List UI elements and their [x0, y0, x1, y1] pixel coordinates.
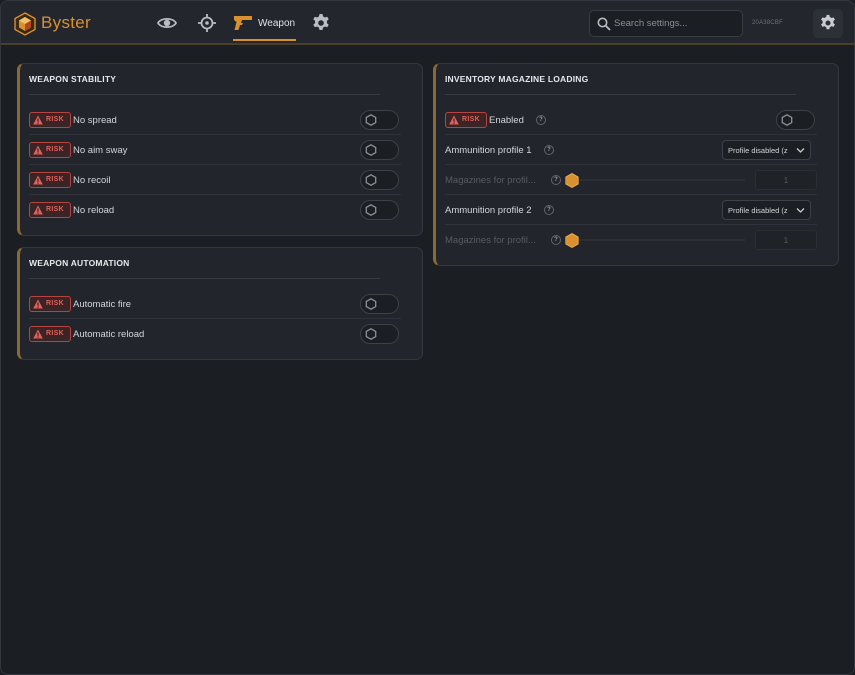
byster-logo-icon — [14, 12, 36, 36]
slider-thumb-icon[interactable] — [565, 233, 579, 248]
toggle-knob-icon — [365, 114, 377, 126]
magazines-2-slider[interactable] — [565, 233, 745, 248]
setting-row-no-spread: RISK No spread — [29, 105, 401, 135]
setting-label: Automatic fire — [73, 299, 132, 310]
slider-track — [565, 239, 745, 241]
setting-row-no-aim-sway: RISK No aim sway — [29, 135, 401, 165]
search-input[interactable] — [614, 14, 738, 33]
setting-label: No recoil — [73, 175, 111, 186]
visuals-eye-icon[interactable] — [157, 13, 177, 33]
toggle-enabled[interactable] — [776, 110, 815, 130]
warning-icon — [33, 175, 43, 185]
risk-badge: RISK — [29, 202, 71, 218]
risk-badge: RISK — [445, 112, 487, 128]
weapon-pistol-icon — [234, 16, 252, 30]
toggle-knob-icon — [365, 328, 377, 340]
settings-gear-icon[interactable] — [311, 13, 331, 33]
setting-row-magazines-1: Magazines for profil... ? 1 — [445, 165, 817, 195]
dropdown-value: Profile disabled (z — [728, 146, 788, 155]
risk-badge: RISK — [29, 326, 71, 342]
warning-icon — [33, 115, 43, 125]
tab-weapon[interactable]: Weapon — [233, 11, 297, 41]
setting-label: Magazines for profil... — [445, 235, 536, 246]
risk-badge: RISK — [29, 172, 71, 188]
warning-icon — [33, 145, 43, 155]
warning-icon — [33, 205, 43, 215]
aim-crosshair-icon[interactable] — [197, 13, 217, 33]
panel-title: WEAPON STABILITY — [29, 74, 117, 84]
chevron-down-icon — [796, 208, 805, 213]
setting-label: Ammunition profile 2 — [445, 205, 532, 216]
inventory-magazine-loading-panel: INVENTORY MAGAZINE LOADING RISK Enabled … — [433, 63, 839, 266]
help-icon[interactable]: ? — [544, 145, 554, 155]
toggle-no-recoil[interactable] — [360, 170, 399, 190]
top-bar: Byster Weapon Search settings... 20A38CB… — [1, 1, 854, 45]
panel-title: WEAPON AUTOMATION — [29, 258, 130, 268]
divider — [29, 94, 380, 95]
help-icon[interactable]: ? — [536, 115, 546, 125]
risk-badge: RISK — [29, 142, 71, 158]
setting-label: Enabled — [489, 115, 524, 126]
magazines-1-value[interactable]: 1 — [755, 170, 817, 190]
session-code: 20A38CBF — [752, 20, 783, 26]
setting-label: No aim sway — [73, 145, 128, 156]
panel-title: INVENTORY MAGAZINE LOADING — [445, 74, 589, 84]
setting-row-automatic-reload: RISK Automatic reload — [29, 319, 401, 349]
setting-row-ammo-profile-1: Ammunition profile 1 ? Profile disabled … — [445, 135, 817, 165]
magazines-2-value[interactable]: 1 — [755, 230, 817, 250]
tab-weapon-label: Weapon — [258, 18, 296, 29]
warning-icon — [449, 115, 459, 125]
toggle-no-aim-sway[interactable] — [360, 140, 399, 160]
setting-row-automatic-fire: RISK Automatic fire — [29, 289, 401, 319]
active-tab-indicator — [233, 39, 296, 41]
toggle-knob-icon — [781, 114, 793, 126]
help-icon[interactable]: ? — [544, 205, 554, 215]
gear-icon — [821, 14, 835, 30]
ammo-profile-1-select[interactable]: Profile disabled (z — [722, 140, 811, 160]
setting-row-ammo-profile-2: Ammunition profile 2 ? Profile disabled … — [445, 195, 817, 225]
chevron-down-icon — [796, 148, 805, 153]
slider-track — [565, 179, 745, 181]
divider — [29, 278, 380, 279]
toggle-no-spread[interactable] — [360, 110, 399, 130]
search-box — [589, 10, 743, 37]
divider — [445, 94, 796, 95]
slider-thumb-icon[interactable] — [565, 173, 579, 188]
risk-badge: RISK — [29, 112, 71, 128]
setting-row-no-recoil: RISK No recoil — [29, 165, 401, 195]
ammo-profile-2-select[interactable]: Profile disabled (z — [722, 200, 811, 220]
search-icon — [597, 17, 611, 31]
risk-badge: RISK — [29, 296, 71, 312]
toggle-automatic-reload[interactable] — [360, 324, 399, 344]
toggle-knob-icon — [365, 298, 377, 310]
toggle-knob-icon — [365, 144, 377, 156]
magazines-1-slider[interactable] — [565, 173, 745, 188]
help-icon[interactable]: ? — [551, 175, 561, 185]
brand-name: Byster — [41, 13, 91, 32]
setting-row-enabled: RISK Enabled ? — [445, 105, 817, 135]
toggle-knob-icon — [365, 204, 377, 216]
setting-label: Ammunition profile 1 — [445, 145, 532, 156]
setting-label: No reload — [73, 205, 115, 216]
setting-label: Magazines for profil... — [445, 175, 536, 186]
toggle-no-reload[interactable] — [360, 200, 399, 220]
warning-icon — [33, 299, 43, 309]
setting-label: No spread — [73, 115, 117, 126]
toggle-knob-icon — [365, 174, 377, 186]
dropdown-value: Profile disabled (z — [728, 206, 788, 215]
help-icon[interactable]: ? — [551, 235, 561, 245]
global-settings-button[interactable] — [813, 9, 843, 38]
setting-row-no-reload: RISK No reload — [29, 195, 401, 225]
warning-icon — [33, 329, 43, 339]
setting-label: Automatic reload — [73, 329, 145, 340]
weapon-stability-panel: WEAPON STABILITY RISK No spread RISK No … — [17, 63, 423, 236]
app-window: Byster Weapon Search settings... 20A38CB… — [0, 0, 855, 675]
weapon-automation-panel: WEAPON AUTOMATION RISK Automatic fire RI… — [17, 247, 423, 360]
toggle-automatic-fire[interactable] — [360, 294, 399, 314]
setting-row-magazines-2: Magazines for profil... ? 1 — [445, 225, 817, 255]
